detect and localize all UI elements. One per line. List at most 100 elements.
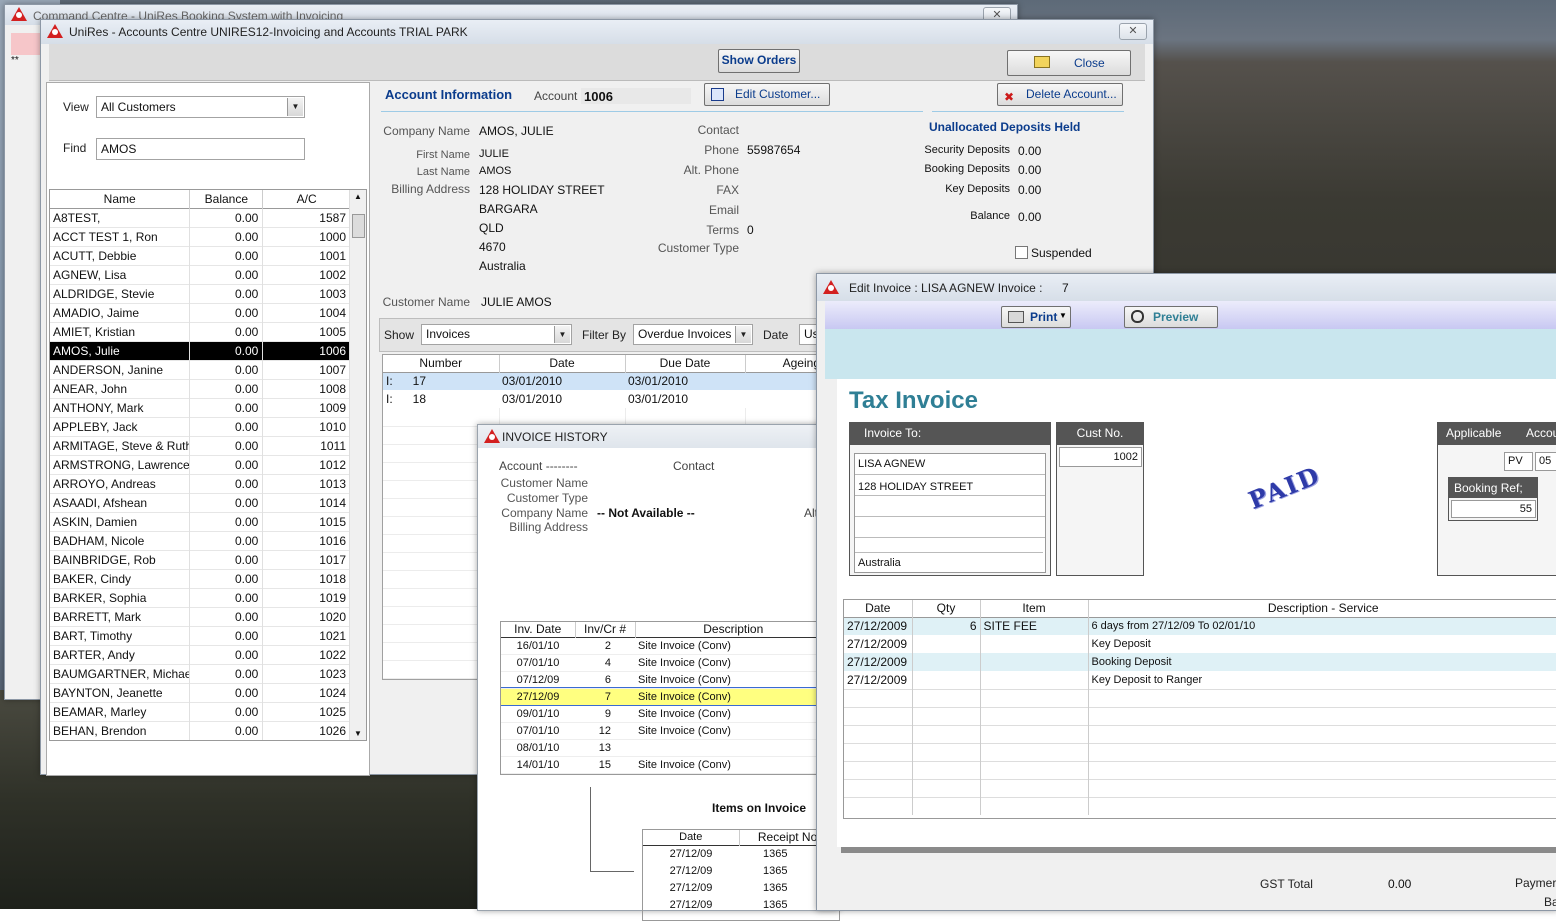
column-header-ac[interactable]: A/C (263, 190, 350, 208)
find-input[interactable]: AMOS (96, 138, 305, 160)
chevron-down-icon[interactable]: ▼ (554, 326, 570, 343)
column-header-date[interactable]: Date (499, 355, 626, 372)
column-header-inv-cr[interactable]: Inv/Cr # (575, 622, 636, 637)
customer-row[interactable]: APPLEBY, Jack 0.00 1010 (50, 417, 350, 436)
show-select[interactable]: Invoices ▼ (421, 324, 572, 345)
invoice-to-line-1: LISA AGNEW (855, 454, 1045, 475)
history-date: 07/12/09 (516, 673, 560, 686)
invoice-line-row[interactable]: 27/12/2009 Key Deposit (844, 635, 1556, 653)
customer-row[interactable]: ASAADI, Afshean 0.00 1014 (50, 493, 350, 512)
customer-row[interactable]: ACUTT, Debbie 0.00 1001 (50, 246, 350, 265)
item-row[interactable]: 27/12/09 1365 (643, 845, 839, 862)
edit-customer-button[interactable]: Edit Customer... (704, 83, 830, 106)
column-header-name[interactable]: Name (50, 190, 191, 208)
customer-row[interactable]: AMIET, Kristian 0.00 1005 (50, 322, 350, 341)
chevron-down-icon[interactable]: ▼ (735, 326, 751, 343)
invoice-row[interactable]: I: 17 03/01/2010 03/01/2010 (383, 372, 823, 390)
show-orders-button[interactable]: Show Orders (718, 49, 800, 73)
history-row[interactable]: 16/01/10 2 Site Invoice (Conv) (501, 637, 831, 654)
customer-row[interactable]: ARROYO, Andreas 0.00 1013 (50, 474, 350, 493)
pv-number-field: 05 (1535, 452, 1556, 471)
scroll-down-icon[interactable]: ▼ (354, 729, 362, 738)
invoice-line-row[interactable]: 27/12/2009 6 SITE FEE 6 days from 27/12/09 … (844, 617, 1556, 635)
customer-row[interactable]: BADHAM, Nicole 0.00 1016 (50, 531, 350, 550)
column-header-inv-date[interactable]: Inv. Date (501, 622, 576, 637)
customer-row[interactable]: BARRETT, Mark 0.00 1020 (50, 607, 350, 626)
invoice-line-row[interactable]: 27/12/2009 Key Deposit to Ranger (844, 671, 1556, 689)
invoice-to-header: Invoice To: (850, 423, 1050, 445)
customer-row[interactable]: BAYNTON, Jeanette 0.00 1024 (50, 683, 350, 702)
customer-row[interactable]: BAUMGARTNER, Michae 0.00 1023 (50, 664, 350, 683)
delete-account-button[interactable]: ✖ Delete Account... (997, 83, 1123, 106)
customer-row[interactable]: ARMITAGE, Steve & Ruth 0.00 1011 (50, 436, 350, 455)
invoice-to-line-2: 128 HOLIDAY STREET (855, 475, 1045, 496)
history-row[interactable]: 09/01/10 9 Site Invoice (Conv) (501, 705, 831, 722)
customer-row[interactable]: ALDRIDGE, Stevie 0.00 1003 (50, 284, 350, 303)
item-date: 27/12/09 (669, 881, 713, 894)
filter-by-select[interactable]: Overdue Invoices ▼ (633, 324, 753, 345)
item-row[interactable]: 27/12/09 1365 (643, 879, 839, 896)
customer-row[interactable]: AMOS, Julie 0.00 1006 (50, 341, 350, 360)
suspended-checkbox[interactable] (1015, 246, 1028, 259)
list-scrollbar[interactable]: ▲ ▼ (349, 190, 366, 740)
invoice-sheet: Tax Invoice Invoice To: LISA AGNEW 128 H… (837, 379, 1556, 847)
item-row[interactable]: 27/12/09 1365 (643, 862, 839, 879)
customer-row[interactable]: ANDERSON, Janine 0.00 1007 (50, 360, 350, 379)
history-list: Inv. Date Inv/Cr # Description 16/01/10 2… (500, 621, 832, 775)
customer-row[interactable]: BARKER, Sophia 0.00 1019 (50, 588, 350, 607)
history-number: 15 (598, 758, 611, 771)
empty-cell (844, 689, 913, 707)
column-header-number[interactable]: Number (383, 355, 500, 372)
invoice-row[interactable]: I: 18 03/01/2010 03/01/2010 (383, 390, 823, 408)
item-row[interactable]: 27/12/09 1365 (643, 896, 839, 913)
invoice-line-row[interactable]: 27/12/2009 Booking Deposit (844, 653, 1556, 671)
customer-row[interactable]: BAINBRIDGE, Rob 0.00 1017 (50, 550, 350, 569)
address-line-3: QLD (479, 221, 504, 235)
history-row[interactable]: 14/01/10 15 Site Invoice (Conv) (501, 756, 831, 773)
line-item (980, 653, 1089, 671)
customer-row[interactable]: BAKER, Cindy 0.00 1018 (50, 569, 350, 588)
column-header-ageing[interactable]: Ageing (745, 355, 823, 372)
customer-row[interactable]: BEAMAR, Marley 0.00 1025 (50, 702, 350, 721)
customer-row[interactable]: AMADIO, Jaime 0.00 1004 (50, 303, 350, 322)
history-row[interactable]: 07/12/09 6 Site Invoice (Conv) (501, 671, 831, 688)
scroll-up-icon[interactable]: ▲ (354, 192, 362, 201)
invoice-ageing (745, 390, 823, 408)
print-button[interactable]: Print ▼ (1001, 306, 1071, 328)
column-header-line-date[interactable]: Date (844, 600, 913, 617)
column-header-due-date[interactable]: Due Date (625, 355, 746, 372)
scroll-thumb[interactable] (352, 214, 365, 238)
column-header-item[interactable]: Item (980, 600, 1089, 617)
customer-row[interactable]: ACCT TEST 1, Ron 0.00 1000 (50, 227, 350, 246)
customer-row[interactable]: ASKIN, Damien 0.00 1015 (50, 512, 350, 531)
customer-row[interactable]: BARTER, Andy 0.00 1022 (50, 645, 350, 664)
customer-row[interactable]: BART, Timothy 0.00 1021 (50, 626, 350, 645)
column-header-item-date[interactable]: Date (643, 830, 740, 845)
invoice-to-line-3 (855, 496, 1045, 517)
line-date: 27/12/2009 (844, 671, 913, 689)
preview-button[interactable]: Preview (1124, 306, 1218, 328)
customer-ac: 1009 (319, 400, 346, 415)
empty-cell (1088, 689, 1556, 707)
close-icon[interactable]: ✕ (1119, 23, 1147, 40)
customer-row[interactable]: AGNEW, Lisa 0.00 1002 (50, 265, 350, 284)
chevron-down-icon[interactable]: ▼ (287, 98, 303, 116)
history-row[interactable]: 27/12/09 7 Site Invoice (Conv) (501, 687, 831, 706)
column-header-description[interactable]: Description (635, 622, 831, 637)
customer-balance: 0.00 (189, 588, 264, 607)
customer-row[interactable]: BEHAN, Brendon 0.00 1026 (50, 721, 350, 740)
history-row[interactable]: 08/01/10 13 (501, 739, 831, 756)
history-row[interactable]: 07/01/10 12 Site Invoice (Conv) (501, 722, 831, 739)
empty-cell (844, 761, 913, 779)
customer-row[interactable]: ANEAR, John 0.00 1008 (50, 379, 350, 398)
customer-row[interactable]: ANTHONY, Mark 0.00 1009 (50, 398, 350, 417)
customer-row[interactable]: A8TEST, 0.00 1587 (50, 208, 350, 227)
close-button[interactable]: Close (1007, 50, 1131, 76)
customer-row[interactable]: ARMSTRONG, Lawrence 0.00 1012 (50, 455, 350, 474)
view-select[interactable]: All Customers ▼ (96, 96, 305, 118)
column-header-qty[interactable]: Qty (912, 600, 981, 617)
items-rows: 27/12/09 1365 27/12/09 1365 27/12/09 1365 27/1… (643, 845, 839, 913)
column-header-balance[interactable]: Balance (189, 190, 264, 208)
column-header-description-service[interactable]: Description - Service (1088, 600, 1556, 617)
history-row[interactable]: 07/01/10 4 Site Invoice (Conv) (501, 654, 831, 671)
